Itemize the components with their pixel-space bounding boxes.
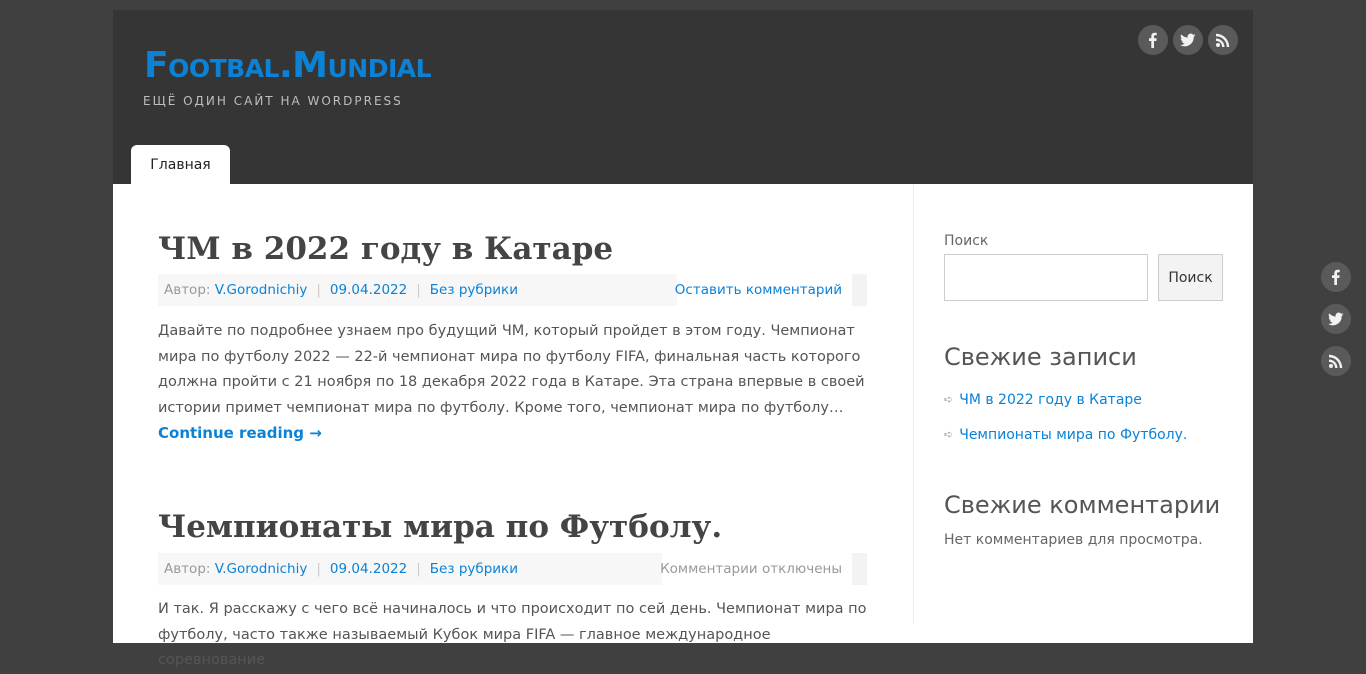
category-link[interactable]: Без рубрики bbox=[430, 282, 518, 298]
header-social-links bbox=[1138, 25, 1238, 55]
comments-link-wrap: Оставить комментарий bbox=[675, 274, 842, 306]
recent-posts-title: Свежие записи bbox=[944, 343, 1137, 371]
post-meta: Автор: V.Gorodnichiy | 09.04.2022 | Без рубр… bbox=[158, 553, 867, 585]
recent-post-link[interactable]: ЧМ в 2022 году в Катаре bbox=[959, 390, 1142, 410]
facebook-icon[interactable] bbox=[1321, 262, 1351, 292]
comments-link[interactable]: Оставить комментарий bbox=[675, 282, 842, 298]
facebook-icon[interactable] bbox=[1138, 25, 1168, 55]
no-comments-text: Нет комментариев для просмотра. bbox=[944, 532, 1203, 548]
author-link[interactable]: V.Gorodnichiy bbox=[215, 561, 308, 577]
author-label: Автор: bbox=[164, 561, 211, 577]
meta-cap bbox=[852, 553, 867, 585]
site-description: ЕЩЁ ОДИН САЙТ НА WORDPRESS bbox=[143, 94, 403, 108]
search-label: Поиск bbox=[944, 233, 989, 249]
date-link[interactable]: 09.04.2022 bbox=[330, 282, 407, 298]
twitter-icon[interactable] bbox=[1321, 304, 1351, 334]
search-input[interactable] bbox=[944, 254, 1148, 301]
meta-cap bbox=[852, 274, 867, 306]
arrow-bullet-icon: ➪ bbox=[944, 393, 954, 406]
post-meta: Автор: V.Gorodnichiy | 09.04.2022 | Без рубр… bbox=[158, 274, 867, 306]
post-title[interactable]: ЧМ в 2022 году в Катаре bbox=[158, 229, 867, 269]
nav-item-home[interactable]: Главная bbox=[131, 145, 230, 184]
comments-status: Комментарии отключены bbox=[660, 561, 842, 577]
twitter-icon[interactable] bbox=[1173, 25, 1203, 55]
post-meta-left: Автор: V.Gorodnichiy | 09.04.2022 | Без рубр… bbox=[158, 553, 662, 585]
recent-comments-title: Свежие комментарии bbox=[944, 491, 1221, 519]
post-excerpt: И так. Я расскажу с чего всё начиналось … bbox=[158, 601, 867, 668]
post-meta-left: Автор: V.Gorodnichiy | 09.04.2022 | Без рубр… bbox=[158, 274, 677, 306]
site-header: Footbal.Mundial ЕЩЁ ОДИН САЙТ НА WORDPRE… bbox=[113, 10, 1253, 184]
site-title[interactable]: Footbal.Mundial bbox=[144, 46, 432, 86]
author-label: Автор: bbox=[164, 282, 211, 298]
floating-social-links bbox=[1321, 262, 1351, 376]
post-title[interactable]: Чемпионаты мира по Футболу. bbox=[158, 507, 867, 547]
recent-post-link[interactable]: Чемпионаты мира по Футболу. bbox=[959, 425, 1187, 445]
comments-status-wrap: Комментарии отключены bbox=[660, 553, 842, 585]
site-wrapper: Footbal.Mundial ЕЩЁ ОДИН САЙТ НА WORDPRE… bbox=[113, 10, 1253, 668]
category-link[interactable]: Без рубрики bbox=[430, 561, 518, 577]
search-button[interactable]: Поиск bbox=[1158, 254, 1223, 301]
recent-posts-list: ➪ ЧМ в 2022 году в Катаре ➪ Чемпионаты м… bbox=[944, 390, 1187, 460]
post: Чемпионаты мира по Футболу. Автор: V.Gor… bbox=[158, 507, 867, 674]
continue-reading-link[interactable]: Continue reading → bbox=[158, 421, 867, 446]
column-divider bbox=[913, 184, 914, 624]
post-excerpt: Давайте по подробнее узнаем про будущий … bbox=[158, 323, 865, 416]
arrow-bullet-icon: ➪ bbox=[944, 428, 954, 441]
list-item: ➪ Чемпионаты мира по Футболу. bbox=[944, 425, 1187, 460]
rss-icon[interactable] bbox=[1321, 346, 1351, 376]
post: ЧМ в 2022 году в Катаре Автор: V.Gorodni… bbox=[158, 229, 867, 446]
list-item: ➪ ЧМ в 2022 году в Катаре bbox=[944, 390, 1187, 425]
author-link[interactable]: V.Gorodnichiy bbox=[215, 282, 308, 298]
content-area: ЧМ в 2022 году в Катаре Автор: V.Gorodni… bbox=[113, 184, 1253, 668]
date-link[interactable]: 09.04.2022 bbox=[330, 561, 407, 577]
rss-icon[interactable] bbox=[1208, 25, 1238, 55]
